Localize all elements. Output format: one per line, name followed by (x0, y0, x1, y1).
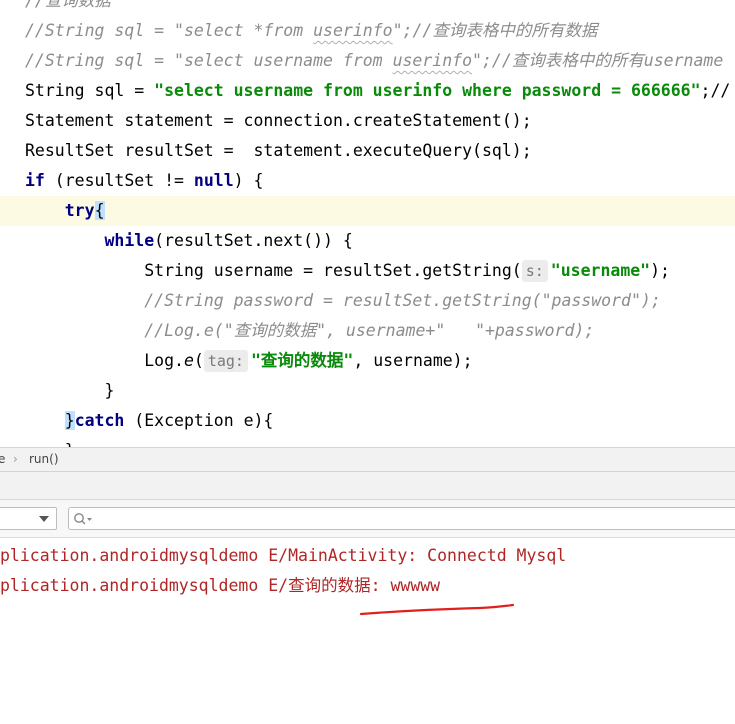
breadcrumb-class[interactable]: e (0, 452, 5, 466)
code-token: (resultSet.next()) { (154, 231, 353, 250)
code-token: String username = resultSet.getString( (144, 261, 522, 280)
code-token: } (64, 411, 75, 430)
code-token: { (94, 201, 105, 220)
logcat-search-input[interactable] (68, 507, 735, 530)
code-token: //String sql = "select *from (25, 21, 314, 40)
code-line[interactable]: ResultSet resultSet = statement.executeQ… (0, 136, 735, 166)
code-token: e (183, 351, 194, 370)
code-token: if (25, 171, 45, 190)
code-token: ); (650, 261, 670, 280)
code-token: //String sql = "select username from (25, 51, 393, 70)
code-token: while (104, 231, 155, 250)
code-token: Log. (144, 351, 184, 370)
code-line[interactable]: if (resultSet != null) { (0, 166, 735, 196)
log-line: plication.androidmysqldemo E/查询的数据: wwww… (0, 576, 441, 595)
parameter-hint: s: (521, 260, 548, 282)
code-line[interactable]: //String sql = "select *from userinfo";/… (0, 16, 735, 46)
logcat-output: plication.androidmysqldemo E/MainActivit… (0, 538, 735, 724)
code-line[interactable]: Statement statement = connection.createS… (0, 106, 735, 136)
breadcrumb-separator: › (13, 452, 18, 466)
code-line[interactable]: //String sql = "select username from use… (0, 46, 735, 76)
code-token: ";//查询表格中的所有数据 (392, 21, 598, 40)
logcat-panel-header (0, 472, 735, 500)
code-line[interactable]: } (0, 376, 735, 406)
breadcrumb: e › run() (0, 447, 735, 472)
code-token: "select username from userinfo where pas… (154, 81, 701, 100)
code-token: } (104, 381, 115, 400)
code-line[interactable]: } (0, 436, 735, 447)
chevron-down-icon (39, 516, 49, 522)
code-token: //Log.e("查询的数据", username+" "+password); (144, 321, 595, 340)
code-token: userinfo (313, 21, 393, 40)
search-icon (74, 513, 92, 525)
code-token: "username" (550, 261, 651, 280)
code-line[interactable]: while(resultSet.next()) { (0, 226, 735, 256)
code-line[interactable]: Log.e(tag: "查询的数据", username); (0, 346, 735, 376)
code-line[interactable]: }catch (Exception e){ (0, 406, 735, 436)
code-token: ) { (233, 171, 264, 190)
code-line[interactable]: //Log.e("查询的数据", username+" "+password); (0, 316, 735, 346)
code-token: //查询数据 (25, 0, 111, 10)
code-token: userinfo (392, 51, 473, 70)
code-token: String sql = (25, 81, 155, 100)
code-token: ( (193, 351, 204, 370)
code-line[interactable]: try{ (0, 196, 735, 226)
code-token: ;// (700, 81, 731, 100)
red-underline-annotation (359, 603, 515, 616)
code-token: ";//查询表格中的所有username (472, 51, 724, 70)
code-line[interactable]: //查询数据 (0, 0, 735, 16)
code-token: catch (74, 411, 125, 430)
log-line: plication.androidmysqldemo E/MainActivit… (0, 546, 567, 565)
parameter-hint: tag: (203, 350, 248, 372)
code-line[interactable]: String username = resultSet.getString(s:… (0, 256, 735, 286)
code-token: Statement statement = connection.createS… (25, 111, 532, 130)
code-line[interactable]: //String password = resultSet.getString(… (0, 286, 735, 316)
code-token: ResultSet resultSet = statement.executeQ… (25, 141, 532, 160)
code-token: "查询的数据" (250, 351, 354, 370)
log-level-select[interactable] (0, 507, 57, 530)
code-token: , username); (353, 351, 473, 370)
code-token: null (193, 171, 234, 190)
logcat-filter-bar (0, 500, 735, 538)
code-token: try (64, 201, 95, 220)
breadcrumb-method[interactable]: run() (29, 452, 59, 466)
code-token: (Exception e){ (124, 411, 274, 430)
code-line[interactable]: String sql = "select username from useri… (0, 76, 735, 106)
code-editor[interactable]: //查询数据 //String sql = "select *from useri… (0, 0, 735, 447)
code-token: (resultSet != (44, 171, 194, 190)
code-token: //String password = resultSet.getString(… (144, 291, 661, 310)
